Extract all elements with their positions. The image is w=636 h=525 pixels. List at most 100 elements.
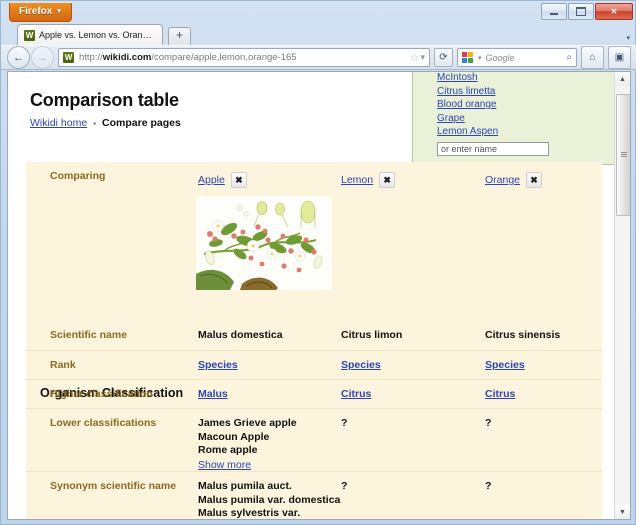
- row-cell: Citrus limon: [341, 329, 402, 341]
- scroll-up-button[interactable]: ▲: [615, 72, 630, 86]
- add-suggestion-link-1[interactable]: Citrus limetta: [437, 85, 613, 99]
- show-more-link[interactable]: Show more: [198, 458, 297, 472]
- url-path: /compare/apple,lemon,orange-165: [151, 52, 297, 63]
- new-tab-button[interactable]: +: [168, 27, 191, 46]
- apple-thumbnail-image[interactable]: [196, 196, 332, 290]
- forward-button[interactable]: →: [31, 46, 54, 69]
- table-row: Rank Species Species Species: [26, 351, 602, 380]
- cell-link[interactable]: Species: [485, 359, 525, 371]
- favicon-icon: W: [24, 29, 35, 41]
- comparison-column-header-2: Orange ✖: [485, 172, 543, 188]
- row-label: Higher classification: [50, 388, 153, 400]
- menu-icon: ▣: [614, 52, 625, 63]
- add-suggestion-link-0[interactable]: McIntosh: [437, 72, 613, 85]
- page-title: Comparison table: [30, 90, 179, 110]
- cell-value: Malus domestica: [198, 329, 283, 341]
- row-cell: ?: [485, 480, 491, 492]
- close-icon: ✕: [610, 6, 618, 16]
- close-button[interactable]: ✕: [595, 3, 633, 20]
- reload-button[interactable]: ⟳: [434, 48, 453, 67]
- add-to-comparison-panel: Add to comparison: McIntosh Citrus limet…: [412, 72, 616, 165]
- cell-value: ?: [485, 480, 492, 492]
- google-logo-icon: [462, 51, 474, 64]
- cell-value: Citrus sinensis: [485, 329, 561, 341]
- bookmark-star-button[interactable]: ☆ ▾: [410, 51, 425, 64]
- remove-item-button-0[interactable]: ✖: [230, 172, 247, 188]
- chevron-down-icon[interactable]: ▾: [478, 54, 482, 62]
- add-name-input[interactable]: or enter name: [437, 141, 549, 156]
- row-label: Rank: [50, 359, 76, 371]
- table-row: Scientific name Malus domestica Citrus l…: [26, 321, 602, 351]
- search-bar[interactable]: ▾ Google ⌕: [457, 48, 577, 67]
- url-scheme: http://: [79, 52, 103, 63]
- scrollbar-thumb[interactable]: [616, 94, 630, 216]
- url-text: http://wikidi.com/compare/apple,lemon,or…: [79, 52, 405, 63]
- add-suggestion-link-4[interactable]: Lemon Aspen: [437, 125, 613, 139]
- cell-link[interactable]: Malus: [198, 388, 228, 400]
- row-cell: Species: [198, 359, 238, 371]
- maximize-button[interactable]: [568, 3, 594, 20]
- table-row: Lower classifications James Grieve apple…: [26, 409, 602, 472]
- star-icon: ☆: [409, 52, 420, 64]
- triangle-up-icon: ▲: [619, 75, 626, 83]
- close-icon: ✖: [235, 174, 243, 185]
- home-icon: ⌂: [589, 52, 596, 63]
- tab-title: Apple vs. Lemon vs. Orange - compare ...: [39, 30, 156, 40]
- search-input[interactable]: Google: [486, 53, 563, 63]
- cell-link[interactable]: Species: [341, 359, 381, 371]
- add-suggestion-link-2[interactable]: Blood orange: [437, 98, 613, 112]
- comparison-item-link-1[interactable]: Lemon: [341, 174, 373, 186]
- arrow-left-icon: ←: [13, 51, 24, 64]
- table-row: Higher classification Malus Citrus Citru…: [26, 380, 602, 409]
- maximize-icon: [576, 7, 586, 16]
- firefox-menu-button[interactable]: Firefox ▾: [9, 3, 72, 22]
- add-suggestion-link-3[interactable]: Grape: [437, 112, 613, 126]
- comparing-label: Comparing: [50, 170, 106, 182]
- cell-value: Malus sylvestris var.: [198, 507, 301, 519]
- cell-link[interactable]: Species: [198, 359, 238, 371]
- breadcrumb: Wikidi home ▪ Compare pages: [30, 117, 181, 129]
- comparison-item-link-2[interactable]: Orange: [485, 174, 520, 186]
- remove-item-button-2[interactable]: ✖: [526, 172, 543, 188]
- cell-link[interactable]: Citrus: [485, 388, 515, 400]
- menu-button[interactable]: ▣: [608, 46, 631, 69]
- table-row: Synonym scientific name Malus pumila auc…: [26, 472, 602, 519]
- row-cell: ?: [341, 417, 347, 429]
- site-identity-icon: W: [63, 52, 74, 63]
- row-cell: Malus pumila auct. Malus pumila var. dom…: [198, 480, 340, 519]
- cell-value: ?: [341, 417, 348, 429]
- minimize-icon: [550, 13, 558, 15]
- back-button[interactable]: ←: [7, 46, 30, 69]
- row-cell: Malus domestica: [198, 329, 283, 341]
- navigation-toolbar: ← → W http://wikidi.com/compare/apple,le…: [1, 45, 636, 70]
- row-cell: James Grieve apple Macoun Apple Rome app…: [198, 417, 297, 472]
- firefox-menu-label: Firefox: [19, 6, 53, 17]
- search-icon[interactable]: ⌕: [566, 52, 572, 63]
- cell-value: Rome apple: [198, 444, 258, 456]
- home-button[interactable]: ⌂: [581, 46, 604, 69]
- cell-value: Malus pumila auct.: [198, 480, 292, 492]
- tab-active[interactable]: W Apple vs. Lemon vs. Orange - compare .…: [17, 24, 163, 45]
- breadcrumb-home-link[interactable]: Wikidi home: [30, 117, 87, 129]
- vertical-scrollbar[interactable]: ▲ ▼: [614, 72, 630, 519]
- url-domain: wikidi.com: [102, 52, 152, 63]
- row-cell: Malus: [198, 388, 228, 400]
- cell-value: ?: [341, 480, 348, 492]
- comparison-column-header-0: Apple ✖: [198, 172, 247, 188]
- remove-item-button-1[interactable]: ✖: [379, 172, 396, 188]
- close-icon: ✖: [383, 174, 391, 185]
- row-label: Lower classifications: [50, 417, 157, 429]
- url-bar[interactable]: W http://wikidi.com/compare/apple,lemon,…: [58, 48, 430, 67]
- close-icon: ✖: [530, 174, 538, 185]
- row-cell: ?: [485, 417, 491, 429]
- content-viewport: Comparison table Wikidi home ▪ Compare p…: [7, 71, 631, 520]
- chevron-down-icon: ▾: [420, 52, 425, 62]
- row-label: Synonym scientific name: [50, 480, 177, 492]
- comparison-item-link-0[interactable]: Apple: [198, 174, 225, 186]
- row-cell: Citrus: [485, 388, 515, 400]
- cell-link[interactable]: Citrus: [341, 388, 371, 400]
- minimize-button[interactable]: [541, 3, 567, 20]
- arrow-right-icon: →: [37, 51, 48, 64]
- scroll-down-button[interactable]: ▼: [615, 505, 630, 519]
- tab-list-chevron-down-icon[interactable]: ▾: [626, 34, 630, 42]
